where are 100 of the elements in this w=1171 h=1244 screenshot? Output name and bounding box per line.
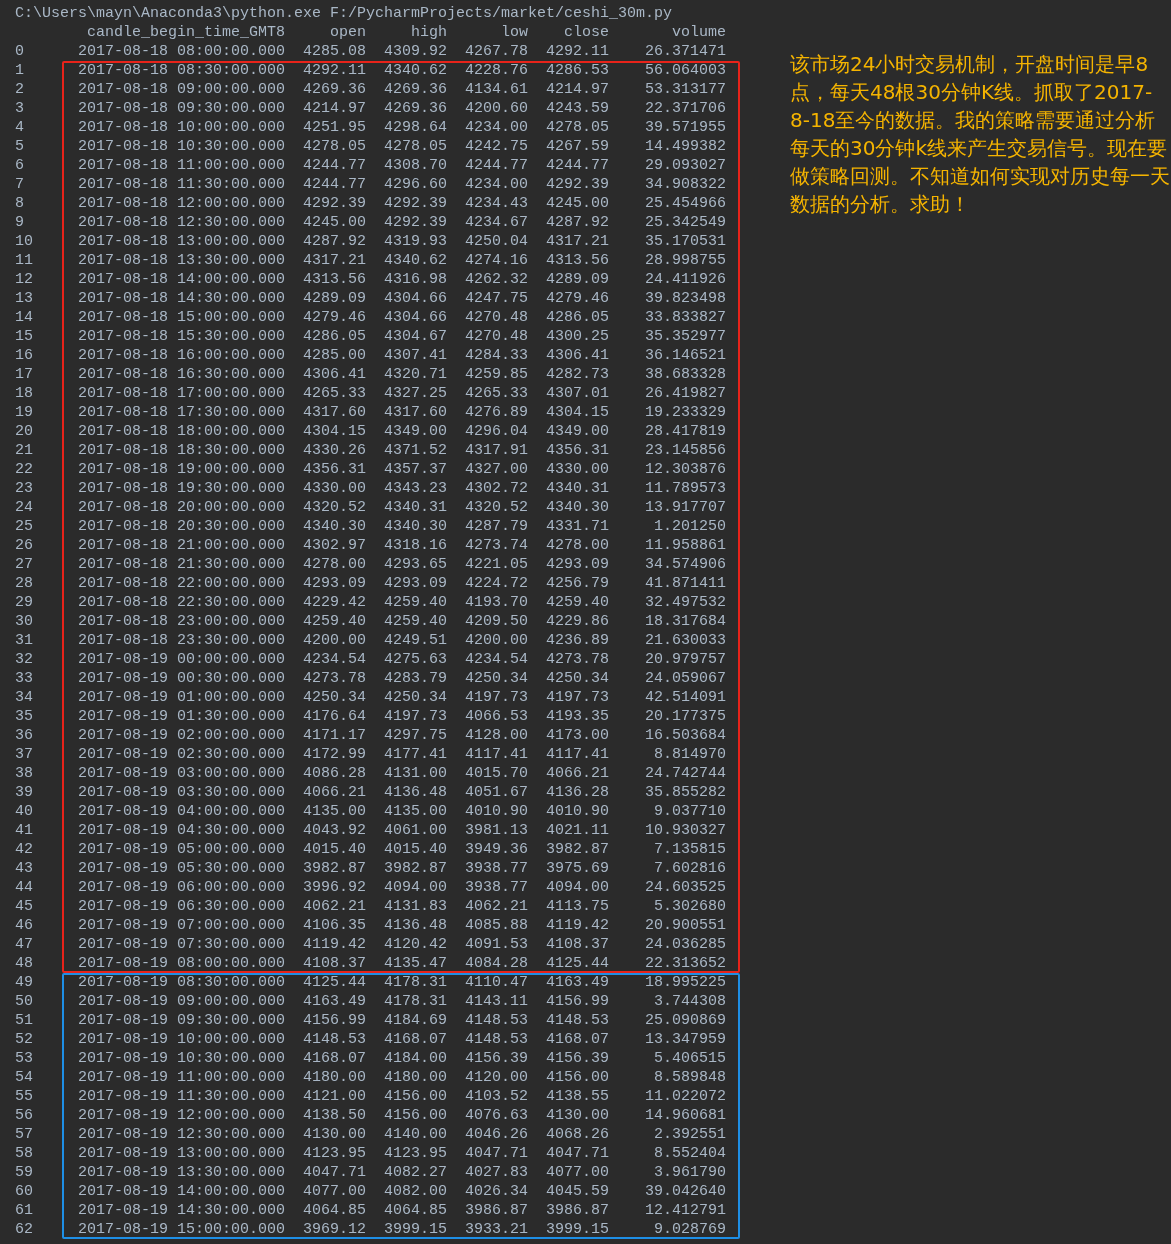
row-index: 34 [15,688,33,707]
table-cell: 4119.42 [303,935,366,954]
table-cell: 4229.86 [546,612,609,631]
table-cell: 4287.79 [465,517,528,536]
table-cell: 4148.53 [546,1011,609,1030]
table-cell: 2017-08-19 01:30:00.000 [77,707,285,726]
table-cell: 4273.78 [546,650,609,669]
table-cell: 4259.40 [303,612,366,631]
table-cell: 4256.79 [546,574,609,593]
table-cell: 2017-08-19 14:30:00.000 [77,1201,285,1220]
table-cell: 2017-08-18 14:00:00.000 [77,270,285,289]
table-cell: 4278.05 [303,137,366,156]
table-cell: 2017-08-19 11:30:00.000 [77,1087,285,1106]
table-cell: 4234.54 [303,650,366,669]
table-cell: 16.503684 [645,726,726,745]
table-cell: 4265.33 [303,384,366,403]
table-cell: 4117.41 [465,745,528,764]
table-cell: 5.302680 [654,897,726,916]
table-cell: 4156.99 [546,992,609,1011]
table-cell: 4279.46 [303,308,366,327]
table-cell: 4103.52 [465,1087,528,1106]
table-cell: 4120.00 [465,1068,528,1087]
table-cell: 24.742744 [645,764,726,783]
table-cell: 4270.48 [465,308,528,327]
table-cell: 4340.30 [546,498,609,517]
table-cell: 2017-08-19 03:00:00.000 [77,764,285,783]
table-cell: 2017-08-18 20:00:00.000 [77,498,285,517]
table-cell: 4269.36 [384,99,447,118]
table-cell: 4306.41 [303,365,366,384]
table-cell: 24.036285 [645,935,726,954]
table-cell: 4292.11 [303,61,366,80]
table-cell: 4356.31 [546,441,609,460]
table-cell: 4123.95 [384,1144,447,1163]
table-cell: 2017-08-18 23:00:00.000 [77,612,285,631]
table-cell: 4304.15 [303,422,366,441]
table-cell: 4234.00 [465,175,528,194]
row-index: 18 [15,384,33,403]
table-cell: 4135.47 [384,954,447,973]
table-cell: 4317.91 [465,441,528,460]
table-cell: 4331.71 [546,517,609,536]
table-cell: 25.090869 [645,1011,726,1030]
table-cell: 4259.40 [546,593,609,612]
table-cell: 2017-08-18 12:00:00.000 [77,194,285,213]
table-cell: 4302.72 [465,479,528,498]
table-cell: 24.411926 [645,270,726,289]
row-index: 33 [15,669,33,688]
table-cell: 2017-08-19 07:00:00.000 [77,916,285,935]
table-cell: 4284.33 [465,346,528,365]
row-index: 28 [15,574,33,593]
table-cell: 4062.21 [303,897,366,916]
table-cell: 4356.31 [303,460,366,479]
table-cell: 2017-08-19 02:30:00.000 [77,745,285,764]
table-cell: 3969.12 [303,1220,366,1239]
table-cell: 4340.62 [384,251,447,270]
table-cell: 23.145856 [645,441,726,460]
table-cell: 2017-08-18 16:00:00.000 [77,346,285,365]
row-index: 38 [15,764,33,783]
table-cell: 2017-08-18 23:30:00.000 [77,631,285,650]
row-index: 3 [15,99,24,118]
table-cell: 4349.00 [546,422,609,441]
row-index: 39 [15,783,33,802]
table-cell: 2017-08-19 08:00:00.000 [77,954,285,973]
table-cell: 33.833827 [645,308,726,327]
table-cell: 4343.23 [384,479,447,498]
row-index: 57 [15,1125,33,1144]
table-cell: 4156.00 [546,1068,609,1087]
table-cell: 3938.77 [465,878,528,897]
row-index: 56 [15,1106,33,1125]
table-cell: 3982.87 [303,859,366,878]
table-cell: 4068.26 [546,1125,609,1144]
table-cell: 4267.78 [465,42,528,61]
row-index: 2 [15,80,24,99]
table-cell: 4156.99 [303,1011,366,1030]
table-cell: 4319.93 [384,232,447,251]
table-cell: 4269.36 [303,80,366,99]
table-cell: 4297.75 [384,726,447,745]
table-cell: 4138.55 [546,1087,609,1106]
table-cell: 4130.00 [303,1125,366,1144]
table-cell: 4163.49 [546,973,609,992]
table-cell: 4197.73 [384,707,447,726]
table-cell: 4267.59 [546,137,609,156]
table-cell: 4251.95 [303,118,366,137]
table-cell: 21.630033 [645,631,726,650]
table-cell: 4148.53 [465,1011,528,1030]
table-cell: 4265.33 [465,384,528,403]
table-cell: 4259.85 [465,365,528,384]
row-index: 46 [15,916,33,935]
row-index: 45 [15,897,33,916]
row-index: 42 [15,840,33,859]
row-index: 5 [15,137,24,156]
table-cell: 4275.63 [384,650,447,669]
table-cell: 4306.41 [546,346,609,365]
table-cell: 2017-08-19 13:00:00.000 [77,1144,285,1163]
table-cell: 12.412791 [645,1201,726,1220]
table-cell: 4340.62 [384,61,447,80]
table-cell: 4136.28 [546,783,609,802]
table-cell: 4307.01 [546,384,609,403]
table-cell: 22.313652 [645,954,726,973]
table-cell: 19.233329 [645,403,726,422]
table-cell: 4287.92 [303,232,366,251]
